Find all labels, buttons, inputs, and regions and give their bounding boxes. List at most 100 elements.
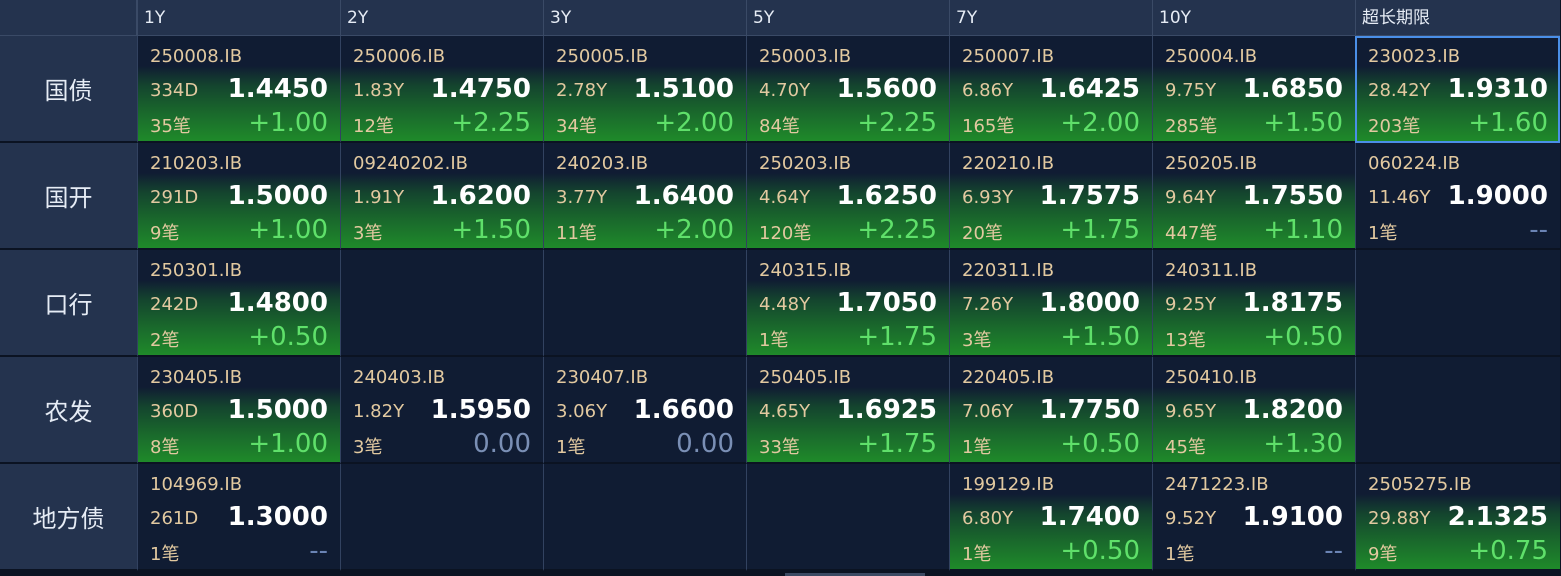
bond-cell[interactable]: 250301.IB 242D 1.4800 2笔 +0.50 xyxy=(137,250,340,357)
bond-code: 250410.IB xyxy=(1165,367,1258,388)
bond-cell[interactable]: 104969.IB 261D 1.3000 1笔 -- xyxy=(137,464,340,571)
bond-code: 220405.IB xyxy=(962,367,1055,388)
row-header-treasury[interactable]: 国债 xyxy=(0,36,137,143)
bond-code: 220311.IB xyxy=(962,260,1055,281)
bond-cell[interactable]: 230023.IB 28.42Y 1.9310 203笔 +1.60 xyxy=(1355,36,1560,143)
bond-cell[interactable]: 210203.IB 291D 1.5000 9笔 +1.00 xyxy=(137,143,340,250)
trade-count: 1笔 xyxy=(962,437,992,458)
bond-cell[interactable]: 250203.IB 4.64Y 1.6250 120笔 +2.25 xyxy=(746,143,949,250)
yield-change: +0.75 xyxy=(1468,536,1548,566)
bond-cell[interactable]: 250410.IB 9.65Y 1.8200 45笔 +1.30 xyxy=(1152,357,1355,464)
yield-value: 1.7050 xyxy=(836,288,937,318)
bond-cell[interactable]: 2471223.IB 9.52Y 1.9100 1笔 -- xyxy=(1152,464,1355,571)
remaining-term: 28.42Y xyxy=(1368,80,1431,101)
yield-value: 1.8175 xyxy=(1242,288,1343,318)
remaining-term: 6.93Y xyxy=(962,187,1014,208)
bond-cell[interactable]: 240311.IB 9.25Y 1.8175 13笔 +0.50 xyxy=(1152,250,1355,357)
bond-code: 2471223.IB xyxy=(1165,474,1269,495)
bond-code: 250205.IB xyxy=(1165,153,1258,174)
column-header-5y[interactable]: 5Y xyxy=(746,0,949,36)
row-header-exim[interactable]: 口行 xyxy=(0,250,137,357)
yield-change: +0.50 xyxy=(248,322,328,352)
trade-count: 11笔 xyxy=(556,223,597,244)
remaining-term: 261D xyxy=(150,508,199,529)
bond-code: 250007.IB xyxy=(962,46,1055,67)
bond-cell[interactable]: 250003.IB 4.70Y 1.5600 84笔 +2.25 xyxy=(746,36,949,143)
yield-value: 1.7400 xyxy=(1039,502,1140,532)
yield-value: 1.6425 xyxy=(1039,74,1140,104)
empty-cell xyxy=(1355,357,1560,464)
column-header-10y[interactable]: 10Y xyxy=(1152,0,1355,36)
yield-value: 2.1325 xyxy=(1447,502,1548,532)
bond-cell[interactable]: 220311.IB 7.26Y 1.8000 3笔 +1.50 xyxy=(949,250,1152,357)
bond-cell[interactable]: 250006.IB 1.83Y 1.4750 12笔 +2.25 xyxy=(340,36,543,143)
bond-cell[interactable]: 240315.IB 4.48Y 1.7050 1笔 +1.75 xyxy=(746,250,949,357)
trade-count: 9笔 xyxy=(1368,544,1398,565)
bond-cell[interactable]: 09240202.IB 1.91Y 1.6200 3笔 +1.50 xyxy=(340,143,543,250)
trade-count: 35笔 xyxy=(150,116,191,137)
bond-cell[interactable]: 230407.IB 3.06Y 1.6600 1笔 0.00 xyxy=(543,357,746,464)
trade-count: 3笔 xyxy=(353,223,383,244)
column-header-1y[interactable]: 1Y xyxy=(137,0,340,36)
row-header-adbc[interactable]: 农发 xyxy=(0,357,137,464)
yield-change: +2.25 xyxy=(857,108,937,138)
yield-value: 1.9000 xyxy=(1447,181,1548,211)
column-header-ultra-long[interactable]: 超长期限 xyxy=(1355,0,1560,36)
empty-cell xyxy=(340,464,543,571)
trade-count: 120笔 xyxy=(759,223,812,244)
yield-value: 1.8200 xyxy=(1242,395,1343,425)
yield-value: 1.8000 xyxy=(1039,288,1140,318)
bond-cell[interactable]: 250405.IB 4.65Y 1.6925 33笔 +1.75 xyxy=(746,357,949,464)
trade-count: 165笔 xyxy=(962,116,1015,137)
bond-code: 2505275.IB xyxy=(1368,474,1472,495)
bond-code: 250004.IB xyxy=(1165,46,1258,67)
yield-value: 1.6250 xyxy=(836,181,937,211)
yield-change: +1.10 xyxy=(1263,215,1343,245)
remaining-term: 9.64Y xyxy=(1165,187,1217,208)
empty-cell xyxy=(543,464,746,571)
remaining-term: 242D xyxy=(150,294,199,315)
bond-cell[interactable]: 250004.IB 9.75Y 1.6850 285笔 +1.50 xyxy=(1152,36,1355,143)
yield-change: +2.00 xyxy=(654,215,734,245)
bond-cell[interactable]: 220210.IB 6.93Y 1.7575 20笔 +1.75 xyxy=(949,143,1152,250)
bond-cell[interactable]: 250205.IB 9.64Y 1.7550 447笔 +1.10 xyxy=(1152,143,1355,250)
yield-change: +0.50 xyxy=(1060,536,1140,566)
trade-count: 9笔 xyxy=(150,223,180,244)
column-header-2y[interactable]: 2Y xyxy=(340,0,543,36)
bond-cell[interactable]: 060224.IB 11.46Y 1.9000 1笔 -- xyxy=(1355,143,1560,250)
row-header-cdb[interactable]: 国开 xyxy=(0,143,137,250)
remaining-term: 4.64Y xyxy=(759,187,811,208)
bond-cell[interactable]: 250005.IB 2.78Y 1.5100 34笔 +2.00 xyxy=(543,36,746,143)
yield-change: +2.25 xyxy=(451,108,531,138)
remaining-term: 6.80Y xyxy=(962,508,1014,529)
bond-code: 220210.IB xyxy=(962,153,1055,174)
yield-value: 1.4800 xyxy=(227,288,328,318)
bond-cell[interactable]: 199129.IB 6.80Y 1.7400 1笔 +0.50 xyxy=(949,464,1152,571)
remaining-term: 291D xyxy=(150,187,199,208)
bond-cell[interactable]: 2505275.IB 29.88Y 2.1325 9笔 +0.75 xyxy=(1355,464,1560,571)
remaining-term: 11.46Y xyxy=(1368,187,1431,208)
column-header-3y[interactable]: 3Y xyxy=(543,0,746,36)
yield-change: +2.00 xyxy=(1060,108,1140,138)
trade-count: 84笔 xyxy=(759,116,800,137)
remaining-term: 7.06Y xyxy=(962,401,1014,422)
remaining-term: 4.48Y xyxy=(759,294,811,315)
bond-code: 240315.IB xyxy=(759,260,852,281)
bond-cell[interactable]: 240403.IB 1.82Y 1.5950 3笔 0.00 xyxy=(340,357,543,464)
bond-cell[interactable]: 220405.IB 7.06Y 1.7750 1笔 +0.50 xyxy=(949,357,1152,464)
trade-count: 3笔 xyxy=(353,437,383,458)
column-header-7y[interactable]: 7Y xyxy=(949,0,1152,36)
yield-value: 1.6600 xyxy=(633,395,734,425)
bond-cell[interactable]: 250007.IB 6.86Y 1.6425 165笔 +2.00 xyxy=(949,36,1152,143)
empty-cell xyxy=(340,250,543,357)
yield-value: 1.7575 xyxy=(1039,181,1140,211)
yield-value: 1.6850 xyxy=(1242,74,1343,104)
trade-count: 1笔 xyxy=(150,544,180,565)
bond-cell[interactable]: 240203.IB 3.77Y 1.6400 11笔 +2.00 xyxy=(543,143,746,250)
remaining-term: 3.06Y xyxy=(556,401,608,422)
bond-cell[interactable]: 230405.IB 360D 1.5000 8笔 +1.00 xyxy=(137,357,340,464)
bond-code: 060224.IB xyxy=(1368,153,1461,174)
bond-cell[interactable]: 250008.IB 334D 1.4450 35笔 +1.00 xyxy=(137,36,340,143)
row-header-local-gov[interactable]: 地方债 xyxy=(0,464,137,571)
trade-count: 20笔 xyxy=(962,223,1003,244)
